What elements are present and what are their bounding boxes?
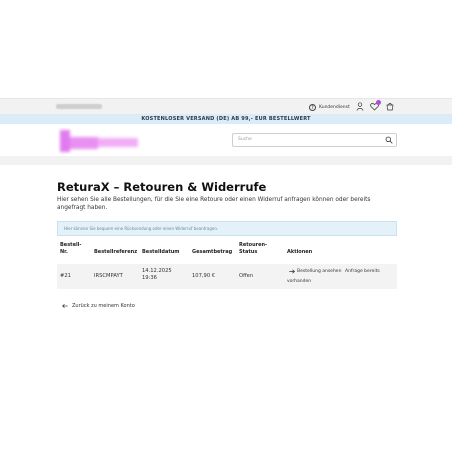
header-date: Bestelldatum xyxy=(142,249,180,255)
table-row: #21 IRSCMPAYT 14.12.2025 19:36 107,90 € … xyxy=(57,264,397,289)
customer-service-link[interactable]: ? Kundendienst xyxy=(309,102,350,112)
info-notice: Hier können Sie bequem eine Rücksendung … xyxy=(57,221,397,236)
blurred-contact-info xyxy=(56,104,102,109)
cell-date: 14.12.2025 19:36 xyxy=(142,268,172,282)
header-order-nr-line2: Nr. xyxy=(60,249,68,255)
header-status-line1: Retouren- xyxy=(239,242,268,248)
nav-strip xyxy=(0,156,452,165)
top-utility-bar: ? Kundendienst xyxy=(0,98,452,115)
header-actions: Aktionen xyxy=(287,249,313,255)
customer-service-label: Kundendienst xyxy=(319,104,350,110)
info-notice-text: Hier können Sie bequem eine Rücksendung … xyxy=(64,226,219,231)
user-icon[interactable] xyxy=(356,102,364,111)
cell-date-time: 19:36 xyxy=(142,275,157,281)
header-order-nr-line1: Bestell- xyxy=(60,242,82,248)
cell-total: 107,90 € xyxy=(192,273,216,279)
cell-reference: IRSCMPAYT xyxy=(94,273,123,279)
search-icon[interactable] xyxy=(385,136,393,144)
question-icon: ? xyxy=(309,103,316,111)
header-total: Gesamtbetrag xyxy=(192,249,233,255)
cell-status: Offen xyxy=(239,273,254,279)
brand-logo[interactable] xyxy=(58,128,140,154)
request-exists-label-cont: vorhanden xyxy=(287,279,312,284)
header-status-line2: Status xyxy=(239,249,258,255)
back-to-account-label: Zurück zu meinem Konto xyxy=(72,303,135,309)
cart-icon[interactable] xyxy=(386,102,394,111)
page-title: ReturaX – Retouren & Widerrufe xyxy=(57,180,267,194)
view-order-label: Bestellung ansehen xyxy=(297,269,342,274)
header-order-nr: Bestell- Nr. xyxy=(60,242,81,256)
page-intro: Hier sehen Sie alle Bestellungen, für di… xyxy=(57,197,371,211)
cell-order-nr: #21 xyxy=(60,273,71,279)
arrow-right-icon xyxy=(289,269,295,274)
header-status: Retouren- Status xyxy=(239,242,267,256)
cell-date-day: 14.12.2025 xyxy=(142,268,172,274)
search-box[interactable]: Suche xyxy=(232,133,397,147)
site-header: Suche xyxy=(0,124,452,156)
view-order-link[interactable]: Bestellung ansehen xyxy=(289,267,341,276)
search-input[interactable]: Suche xyxy=(238,134,252,146)
arrow-left-icon xyxy=(62,303,68,309)
wishlist-badge xyxy=(376,100,381,105)
request-exists-label: Anfrage bereits xyxy=(345,269,380,274)
promo-banner: KOSTENLOSER VERSAND (DE) AB 99,- EUR BES… xyxy=(0,114,452,124)
header-reference: Bestellreferenz xyxy=(94,249,138,255)
back-to-account-link[interactable]: Zurück zu meinem Konto xyxy=(62,303,135,309)
